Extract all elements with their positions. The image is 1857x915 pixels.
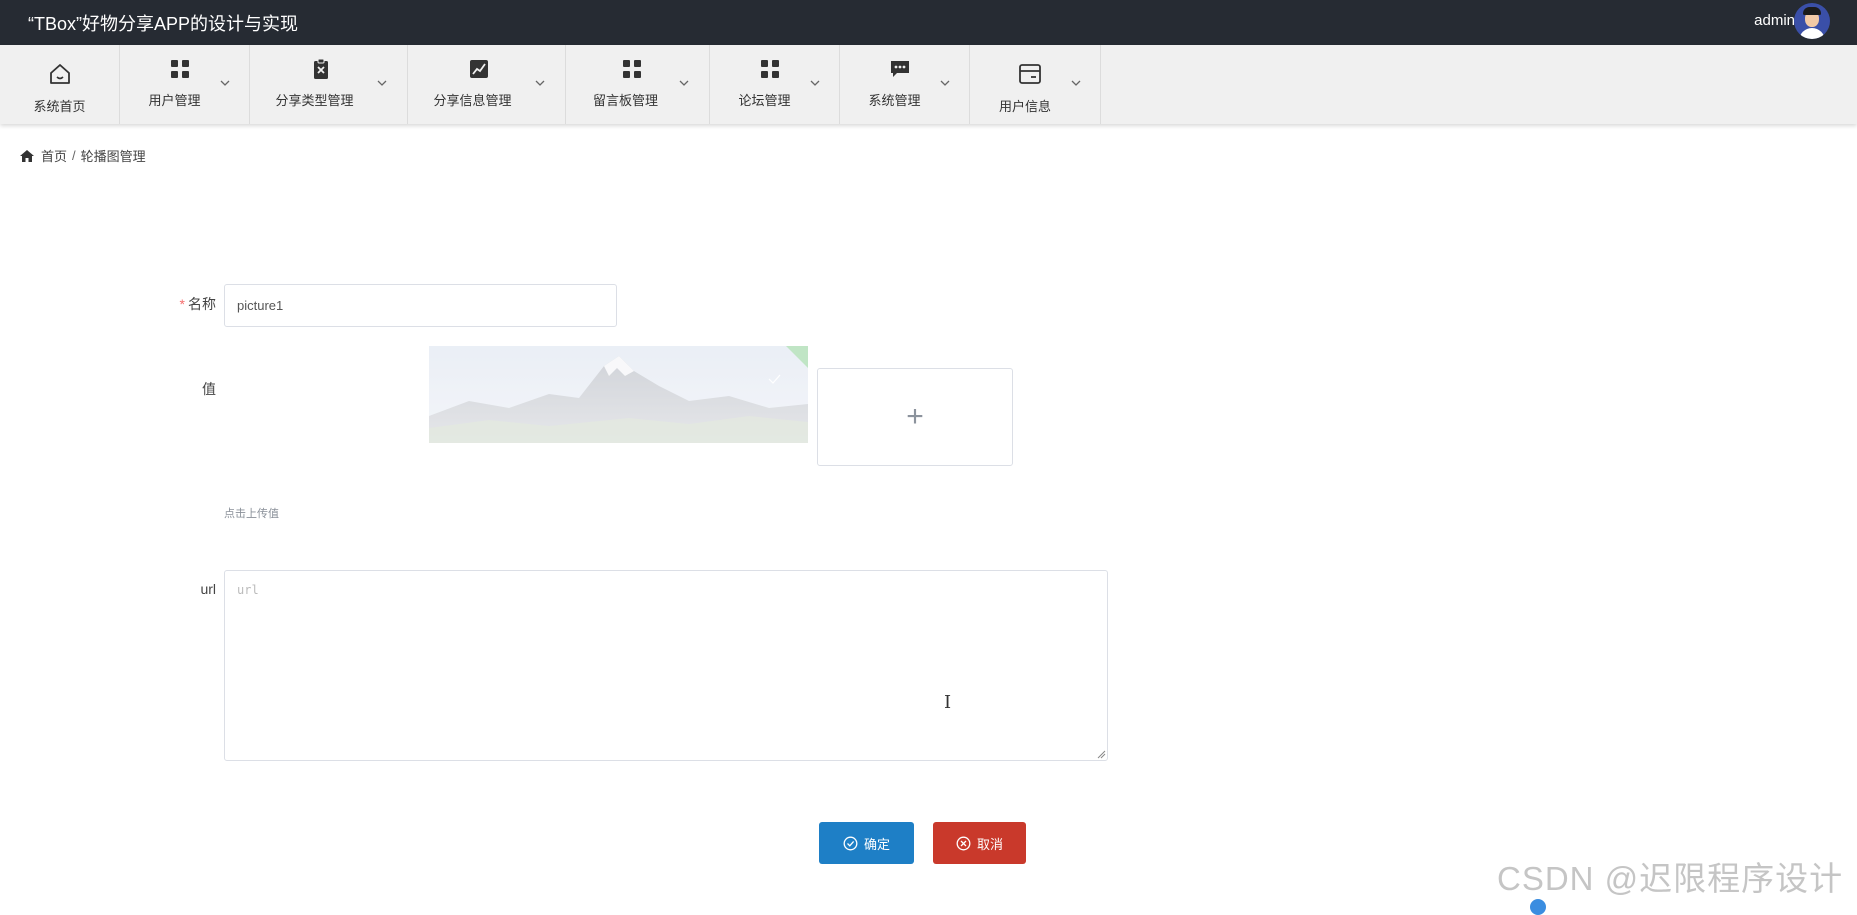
- chat-bubble-icon: [887, 56, 913, 82]
- watermark: CSDN @迟限程序设计: [1497, 860, 1844, 897]
- plus-icon: +: [906, 400, 924, 433]
- username[interactable]: admin: [1754, 12, 1795, 29]
- breadcrumb-home[interactable]: 首页: [41, 146, 67, 165]
- nav-item-label: 系统管理: [868, 93, 921, 108]
- check-circle-icon: [843, 836, 858, 850]
- chevron-down-icon: [535, 80, 545, 86]
- name-label-text: 名称: [188, 296, 216, 312]
- url-textarea[interactable]: url: [224, 570, 1108, 761]
- breadcrumb-separator: /: [72, 148, 76, 163]
- name-input[interactable]: picture1: [224, 284, 617, 327]
- upload-hint: 点击上传值: [224, 508, 279, 520]
- nav-item-system[interactable]: 系统管理: [840, 45, 970, 124]
- confirm-label: 确定: [863, 836, 890, 852]
- value-label: 值: [202, 381, 216, 397]
- chevron-down-icon: [679, 80, 689, 86]
- card-icon: [1017, 61, 1043, 87]
- avatar[interactable]: [1794, 3, 1830, 39]
- nav-item-label: 分享类型管理: [275, 93, 354, 108]
- resize-handle-icon[interactable]: [1097, 750, 1106, 759]
- nav-item-label: 用户管理: [148, 93, 201, 108]
- close-circle-icon: [956, 836, 971, 850]
- main-nav: 系统首页 用户管理 分享类型管理 分享信息管理 留言板管理 论坛管理 系统管理 …: [0, 45, 1857, 124]
- home-icon: [20, 149, 34, 162]
- breadcrumb-current: 轮播图管理: [80, 149, 146, 164]
- required-mark: *: [179, 296, 185, 312]
- grid-icon: [757, 56, 783, 82]
- nav-item-label: 系统首页: [33, 99, 86, 114]
- url-label: url: [200, 581, 216, 597]
- nav-item-label: 用户信息: [998, 99, 1051, 114]
- nav-item-user-info[interactable]: 用户信息: [970, 45, 1101, 124]
- chevron-down-icon: [220, 80, 230, 86]
- nav-item-forum[interactable]: 论坛管理: [710, 45, 840, 124]
- grid-icon: [619, 56, 645, 82]
- confirm-button[interactable]: 确定: [819, 822, 914, 864]
- floating-indicator[interactable]: [1530, 899, 1546, 915]
- nav-item-share-info[interactable]: 分享信息管理: [408, 45, 566, 124]
- cancel-button[interactable]: 取消: [933, 822, 1026, 864]
- home-icon: [47, 61, 73, 87]
- nav-item-share-types[interactable]: 分享类型管理: [250, 45, 408, 124]
- nav-item-label: 分享信息管理: [433, 93, 512, 108]
- chevron-down-icon: [1071, 80, 1081, 86]
- top-bar: “TBox”好物分享APP的设计与实现 admin: [0, 0, 1857, 45]
- chevron-down-icon: [377, 80, 387, 86]
- chevron-down-icon: [810, 80, 820, 86]
- nav-item-message-board[interactable]: 留言板管理: [566, 45, 710, 124]
- mountain-image: [429, 346, 808, 443]
- nav-item-home[interactable]: 系统首页: [0, 45, 120, 124]
- url-placeholder: url: [237, 583, 259, 597]
- nav-item-users[interactable]: 用户管理: [120, 45, 250, 124]
- chevron-down-icon: [940, 80, 950, 86]
- upload-button[interactable]: +: [817, 368, 1013, 466]
- uploaded-image-preview[interactable]: [429, 346, 808, 443]
- nav-item-label: 论坛管理: [738, 93, 791, 108]
- app-title: “TBox”好物分享APP的设计与实现: [28, 14, 299, 34]
- grid-icon: [167, 56, 193, 82]
- nav-item-label: 留言板管理: [592, 93, 658, 108]
- breadcrumb: 首页 / 轮播图管理: [19, 146, 146, 165]
- clipboard-x-icon: [308, 56, 334, 82]
- name-input-value: picture1: [237, 298, 284, 313]
- line-chart-icon: [466, 56, 492, 82]
- text-cursor-icon: I: [944, 692, 952, 713]
- cancel-label: 取消: [976, 836, 1003, 852]
- name-label: * 名称: [150, 294, 216, 314]
